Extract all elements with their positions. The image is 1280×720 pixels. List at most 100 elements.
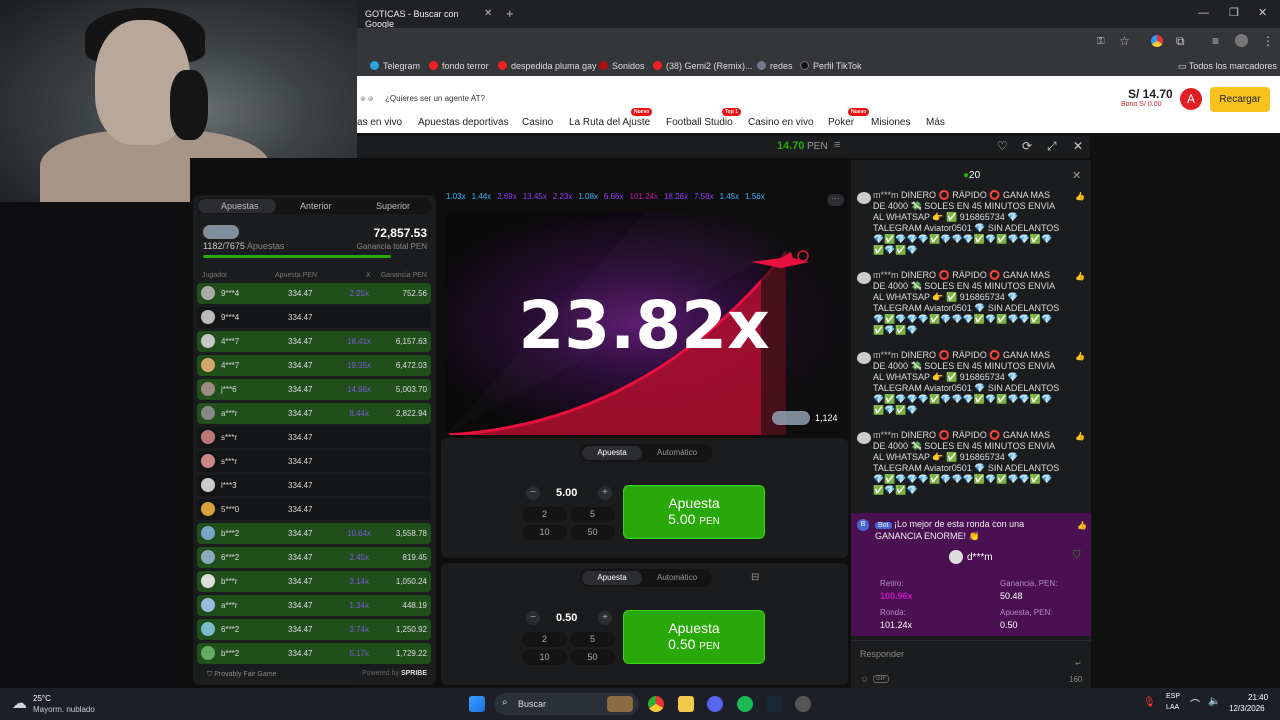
key-icon[interactable]: ⚿ <box>1097 36 1105 47</box>
temperature[interactable]: 25°C <box>33 694 51 703</box>
decrease-icon-2[interactable]: − <box>526 611 540 625</box>
volume-icon[interactable]: 🔈 <box>1208 696 1220 707</box>
bet-amount[interactable]: 5.00 <box>556 487 577 499</box>
new-tab-icon[interactable]: + <box>506 6 514 21</box>
nav-more[interactable]: Más <box>926 117 945 128</box>
quick-2b[interactable]: 2 <box>522 632 567 647</box>
history-multiplier[interactable]: 13.45x <box>523 192 547 201</box>
quick-2[interactable]: 2 <box>522 507 567 522</box>
refresh-icon[interactable]: ⟳ <box>1022 139 1032 153</box>
explorer-icon[interactable] <box>678 696 694 712</box>
history-multiplier[interactable]: 101.24x <box>630 192 658 201</box>
menu-icon[interactable]: ⋮ <box>1262 34 1274 48</box>
weather-text[interactable]: Mayorm. nublado <box>33 705 95 714</box>
history-multiplier[interactable]: 1.56x <box>745 192 765 201</box>
agent-prompt[interactable]: ¿Quieres ser un agente AT? <box>385 94 485 103</box>
nav-casino[interactable]: Casino <box>522 117 553 128</box>
clock-time[interactable]: 21:40 <box>1248 693 1268 702</box>
discord-icon[interactable] <box>707 696 723 712</box>
profile-avatar[interactable] <box>1235 34 1248 47</box>
app-icon[interactable] <box>795 696 811 712</box>
site-balance[interactable]: S/ 14.70 <box>1128 87 1173 101</box>
user-avatar[interactable]: A <box>1180 88 1202 110</box>
history-multiplier[interactable]: 2.23x <box>553 192 573 201</box>
puzzle-icon[interactable]: ⧉ <box>1176 34 1185 49</box>
close-game-icon[interactable]: ✕ <box>1073 139 1083 153</box>
like-icon[interactable]: 👍 <box>1075 432 1085 441</box>
like-icon[interactable]: 👍 <box>1075 352 1085 361</box>
spotify-icon[interactable] <box>737 696 753 712</box>
tab-bet[interactable]: Apuesta <box>582 446 642 460</box>
quick-50[interactable]: 50 <box>570 525 615 540</box>
history-multiplier[interactable]: 1.45x <box>720 192 740 201</box>
weather-icon[interactable]: ☁ <box>12 694 27 712</box>
star-icon[interactable]: ☆ <box>1119 34 1130 48</box>
start-icon[interactable] <box>469 696 485 712</box>
send-icon[interactable]: ↵ <box>1075 659 1082 668</box>
remove-panel-icon[interactable]: ⊟ <box>751 572 759 583</box>
history-multiplier[interactable]: 1.44x <box>472 192 492 201</box>
nav-live-bets[interactable]: as en vivo <box>357 117 402 128</box>
nav-football-studio[interactable]: Football Studio Top 1 <box>666 108 741 128</box>
minimize-icon[interactable]: — <box>1198 7 1209 19</box>
bookmark-despedida[interactable]: despedida pluma gay <box>498 61 597 71</box>
gif-button[interactable]: GIF <box>873 675 889 683</box>
chat-input[interactable]: Responder <box>860 649 904 659</box>
favorite-icon[interactable]: ♡ <box>997 139 1008 153</box>
tab-previous[interactable]: Anterior <box>300 201 332 211</box>
chrome-icon[interactable] <box>648 696 664 712</box>
lang-1[interactable]: ESP <box>1166 693 1180 700</box>
quick-50b[interactable]: 50 <box>570 650 615 665</box>
quick-10b[interactable]: 10 <box>522 650 567 665</box>
bet-amount-2[interactable]: 0.50 <box>556 612 577 624</box>
bookmark-fondo-terror[interactable]: fondo terror <box>429 61 489 71</box>
browser-tab[interactable]: GOTICAS - Buscar con Google <box>357 4 497 29</box>
bookmark-gemi2[interactable]: (38) Gemi2 (Remix)... <box>653 61 753 71</box>
fullscreen-icon[interactable]: ⤢ <box>1047 139 1057 154</box>
taskbar-search[interactable]: ⌕ Buscar <box>494 693 639 715</box>
mic-icon[interactable]: 🎙 <box>1143 697 1156 708</box>
wifi-icon[interactable]: ⌒ <box>1190 696 1200 711</box>
history-multiplier[interactable]: 1.03x <box>446 192 466 201</box>
bet-button[interactable]: Apuesta 5.00 PEN <box>623 485 765 539</box>
history-multiplier[interactable]: 18.26x <box>664 192 688 201</box>
decrease-icon[interactable]: − <box>526 486 540 500</box>
nav-poker[interactable]: Poker Nuevo <box>828 108 870 128</box>
tab-bets[interactable]: Apuestas <box>221 201 259 211</box>
quick-5b[interactable]: 5 <box>570 632 615 647</box>
tab-auto-2[interactable]: Automático <box>657 573 697 582</box>
clock-date[interactable]: 12/3/2026 <box>1229 704 1265 713</box>
bookmark-telegram[interactable]: Telegram <box>370 61 420 71</box>
tab-auto[interactable]: Automático <box>657 448 697 457</box>
tab-close-icon[interactable]: ✕ <box>484 8 492 19</box>
increase-icon[interactable]: + <box>598 486 612 500</box>
emoji-icon[interactable]: ☺ <box>860 674 869 684</box>
restore-icon[interactable]: ❐ <box>1229 6 1239 19</box>
history-multiplier[interactable]: 6.66x <box>604 192 624 201</box>
bookmark-redes[interactable]: redes <box>757 61 793 71</box>
like-icon[interactable]: 👍 <box>1075 272 1085 281</box>
nav-ruta-ajuste[interactable]: La Ruta del Ajuste Nuevo <box>569 108 653 128</box>
history-more-icon[interactable]: ··· <box>827 194 844 206</box>
nav-live-casino[interactable]: Casino en vivo <box>748 117 814 128</box>
tab-bet-2[interactable]: Apuesta <box>582 571 642 585</box>
multiplier-history[interactable]: 1.03x 1.44x 2.69x 13.45x 2.23x 1.08x 6.66x 101.… <box>446 192 846 210</box>
increase-icon-2[interactable]: + <box>598 611 612 625</box>
quick-10[interactable]: 10 <box>522 525 567 540</box>
provably-fair[interactable]: ⛉ Provably Fair Game <box>207 671 276 679</box>
close-banner-icon[interactable]: ⊗ ⊗ <box>360 95 374 103</box>
nav-sports[interactable]: Apuestas deportivas <box>418 117 509 128</box>
history-multiplier[interactable]: 2.69x <box>497 192 517 201</box>
close-chat-icon[interactable]: ✕ <box>1072 169 1081 182</box>
all-bookmarks[interactable]: ▭ Todos los marcadores <box>1178 61 1277 72</box>
history-multiplier[interactable]: 7.58x <box>694 192 714 201</box>
like-icon[interactable]: 👍 <box>1075 192 1085 201</box>
extension-icon[interactable] <box>1151 35 1163 47</box>
history-multiplier[interactable]: 1.08x <box>578 192 598 201</box>
quick-5[interactable]: 5 <box>570 507 615 522</box>
bookmark-sonidos[interactable]: Sonidos <box>599 61 645 71</box>
nav-misiones[interactable]: Misiones <box>871 117 910 128</box>
bookmark-tiktok[interactable]: Perfil TikTok <box>800 61 862 71</box>
close-window-icon[interactable]: ✕ <box>1258 6 1267 19</box>
tab-top[interactable]: Superior <box>376 201 410 211</box>
